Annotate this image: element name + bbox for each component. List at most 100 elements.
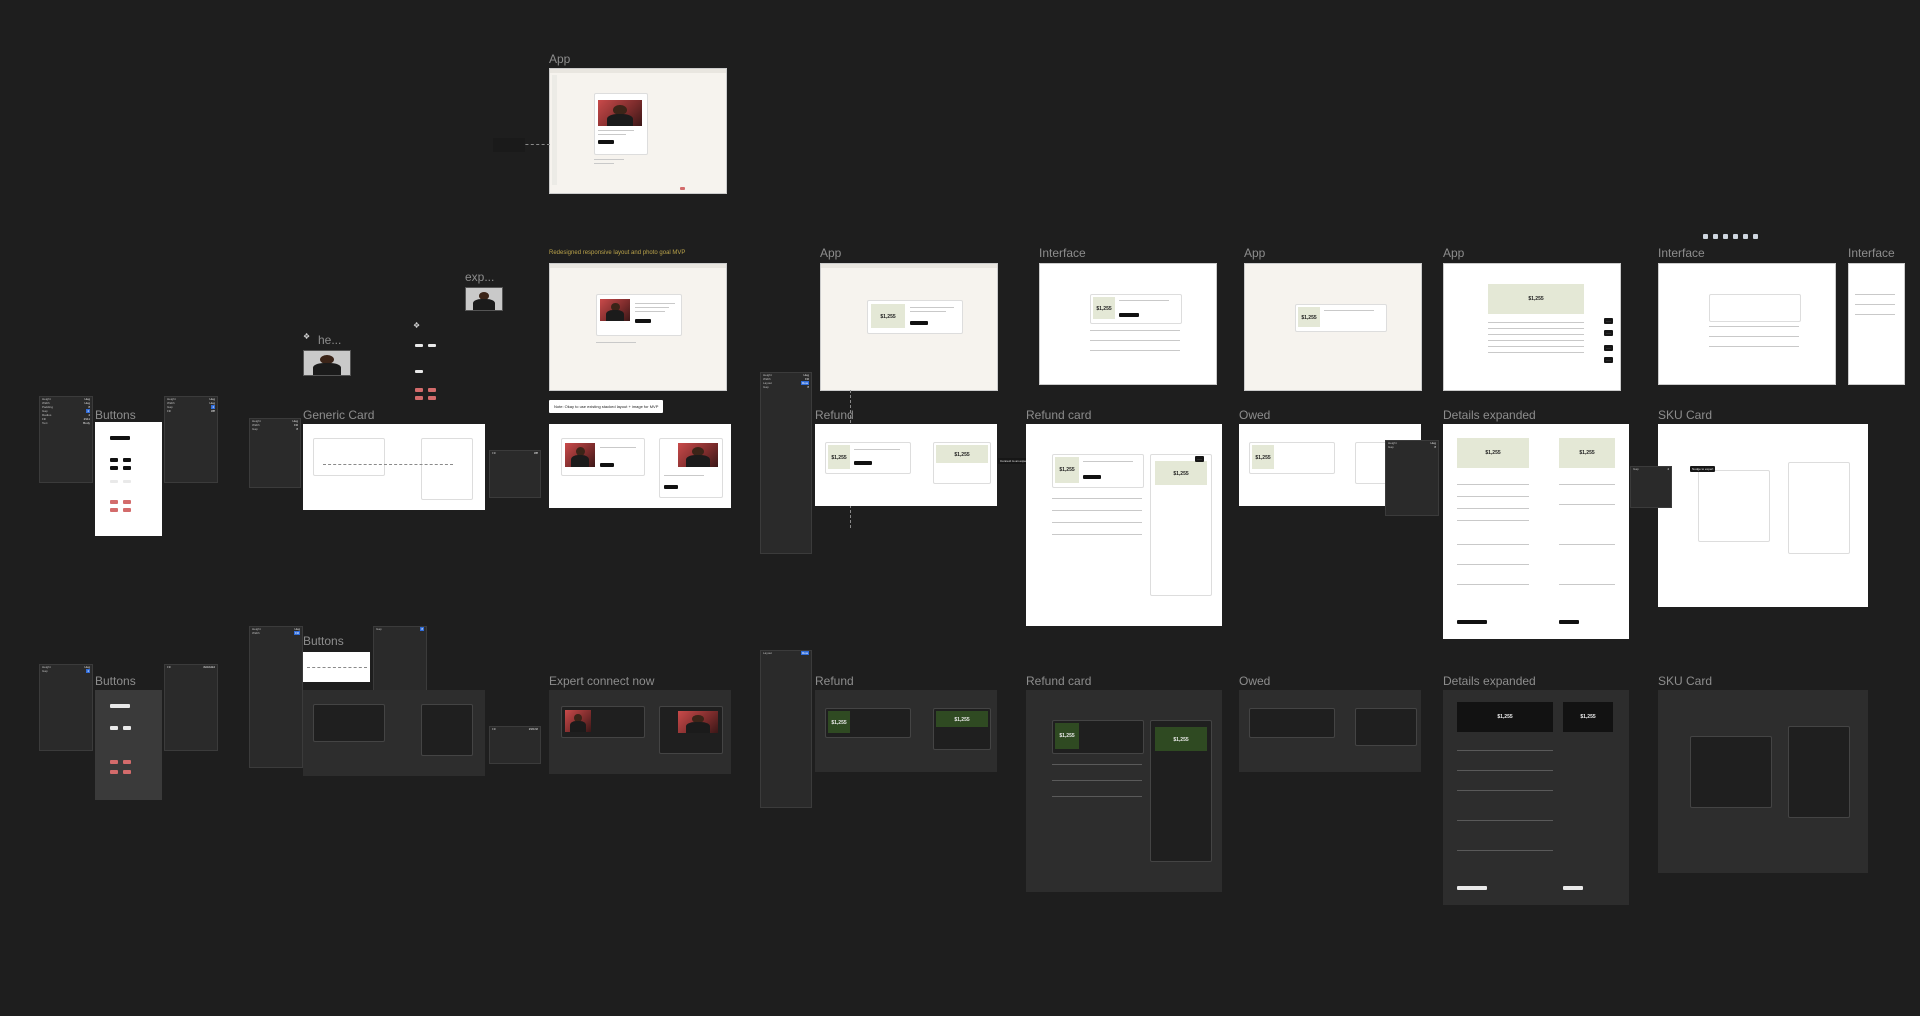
component-icon: ❖: [413, 321, 421, 330]
frame-label-app-top[interactable]: App: [549, 52, 570, 66]
refund-card-frame-light[interactable]: $1,255 $1,255: [1026, 424, 1222, 626]
exp-component-thumb[interactable]: [465, 287, 503, 311]
refund-amount: $1,255: [1059, 733, 1075, 740]
frame-label-details-2[interactable]: Details expanded: [1443, 674, 1536, 688]
expert-connect-light[interactable]: [549, 424, 731, 508]
buttons-frame-light[interactable]: [95, 422, 162, 536]
properties-panel[interactable]: Height Hug Gap 4: [39, 664, 93, 751]
component-label-exp[interactable]: exp...: [465, 270, 494, 284]
expert-card: [594, 93, 648, 155]
plugin-icon[interactable]: [1753, 234, 1758, 239]
app-frame-owed[interactable]: $1,255: [1244, 263, 1422, 391]
refund-frame-dark[interactable]: $1,255 $1,255: [815, 690, 997, 772]
frame-label-owed-1[interactable]: Owed: [1239, 408, 1270, 422]
owed-amount: $1,255: [1301, 315, 1317, 321]
frame-label-refund-1[interactable]: Refund: [815, 408, 854, 422]
details-frame-dark[interactable]: $1,255 $1,255: [1443, 690, 1629, 905]
note-annotation[interactable]: Note: Okay to use existing stacked layou…: [549, 400, 664, 413]
buttons-frame-dark[interactable]: [95, 690, 162, 800]
buttons-frame-mini[interactable]: [303, 652, 370, 682]
frame-label-generic-card[interactable]: Generic Card: [303, 408, 374, 422]
refund-frame-light[interactable]: $1,255 $1,255: [815, 424, 997, 506]
properties-panel[interactable]: Height Hug Width Fill: [249, 626, 303, 768]
refund-amount: $1,255: [1173, 470, 1189, 477]
person-icon[interactable]: [1743, 234, 1748, 239]
frame-label-buttons-3[interactable]: Buttons: [303, 634, 344, 648]
frame-label-app-4[interactable]: App: [1443, 246, 1464, 260]
details-amount: $1,255: [1580, 714, 1596, 720]
expert-card-wide: [596, 294, 682, 336]
send-button[interactable]: [680, 187, 685, 190]
properties-panel[interactable]: Gap 8: [373, 626, 427, 698]
interface-frame-2[interactable]: [1658, 263, 1836, 385]
properties-panel[interactable]: Height Hug Width Fill Gap 8: [249, 418, 301, 488]
properties-panel[interactable]: Height Hug Gap 8: [1385, 440, 1439, 516]
callout-chip: ·····: [1604, 330, 1613, 336]
frame-label-expert-connect[interactable]: Expert connect now: [549, 674, 654, 688]
frame-label-sku-2[interactable]: SKU Card: [1658, 674, 1712, 688]
app-frame-top[interactable]: [549, 68, 727, 194]
refund-amount: $1,255: [954, 717, 970, 724]
app-frame-refund[interactable]: $1,255: [820, 263, 998, 391]
frame-label-sku-1[interactable]: SKU Card: [1658, 408, 1712, 422]
frame-label-interface-2[interactable]: Interface: [1658, 246, 1705, 260]
interface-frame-1[interactable]: $1,255: [1039, 263, 1217, 385]
refund-amount: $1,255: [1059, 467, 1075, 474]
highlight-annotation[interactable]: Redesigned responsive layout and photo g…: [549, 250, 685, 256]
frame-label-interface-3[interactable]: Interface: [1848, 246, 1895, 260]
chat-icon[interactable]: [1723, 234, 1728, 239]
interface-frame-mobile[interactable]: [1848, 263, 1905, 385]
component-icon: ❖: [303, 332, 311, 341]
properties-panel[interactable]: Height Hug Width Hug Gap 4 Fill #fff: [164, 396, 218, 483]
details-frame-light[interactable]: $1,255 $1,255: [1443, 424, 1629, 639]
refund-card-frame-dark[interactable]: $1,255 $1,255: [1026, 690, 1222, 892]
expert-photo: [598, 100, 642, 126]
properties-panel[interactable]: Fill #1f1f1f: [489, 726, 541, 764]
details-amount: $1,255: [1528, 296, 1544, 302]
owed-frame-dark[interactable]: [1239, 690, 1421, 772]
callout-chip: ·····: [1604, 318, 1613, 324]
comment-icon[interactable]: [1713, 234, 1718, 239]
connect-button[interactable]: [598, 140, 614, 144]
properties-panel[interactable]: Gap 4: [1630, 466, 1672, 508]
frame-label-refund-2[interactable]: Refund: [815, 674, 854, 688]
sku-frame-light[interactable]: [1658, 424, 1868, 607]
details-amount: $1,255: [1497, 714, 1513, 720]
sku-card-inline: [1709, 294, 1801, 322]
frame-label-details-1[interactable]: Details expanded: [1443, 408, 1536, 422]
app-frame-details[interactable]: $1,255: [1443, 263, 1621, 391]
refund-card-inline: $1,255: [867, 300, 963, 334]
frame-label-buttons-2[interactable]: Buttons: [95, 674, 136, 688]
sku-tooltip: Nudge to expert: [1690, 466, 1716, 472]
refund-summary-card: $1,255: [1090, 294, 1182, 324]
sku-frame-dark[interactable]: [1658, 690, 1868, 873]
details-amount: $1,255: [1485, 450, 1501, 456]
frame-label-owed-2[interactable]: Owed: [1239, 674, 1270, 688]
frame-label-app-3[interactable]: App: [1244, 246, 1265, 260]
refund-amount: $1,255: [1173, 736, 1189, 743]
generic-card-dark[interactable]: [303, 690, 485, 776]
frame-label-buttons-1[interactable]: Buttons: [95, 408, 136, 422]
details-amount: $1,255: [1579, 450, 1595, 456]
annotation-chip: [493, 138, 525, 152]
properties-panel[interactable]: Height Hug Width Fill Layout Row Gap 8: [760, 372, 812, 554]
frame-label-interface-1[interactable]: Interface: [1039, 246, 1086, 260]
window-titlebar: [550, 69, 726, 73]
properties-panel[interactable]: Fill #2d2d2d: [164, 664, 218, 751]
document-icon[interactable]: [1703, 234, 1708, 239]
frame-label-refund-card-2[interactable]: Refund card: [1026, 674, 1091, 688]
layers-icon[interactable]: [1733, 234, 1738, 239]
properties-panel[interactable]: Fill #fff: [489, 450, 541, 498]
callout-chip: ·····: [1604, 357, 1613, 363]
properties-panel[interactable]: Layout Row: [760, 650, 812, 808]
he-component-thumb[interactable]: [303, 350, 351, 376]
app-frame-responsive[interactable]: [549, 263, 727, 391]
callout-chip: ·····: [1604, 345, 1613, 351]
refund-amount: $1,255: [831, 719, 847, 726]
properties-panel[interactable]: Height Hug Width Hug Padding 8 Gap 4 Radius 4…: [39, 396, 93, 483]
component-label-he[interactable]: he...: [318, 333, 341, 347]
frame-label-app-2[interactable]: App: [820, 246, 841, 260]
generic-card-frame[interactable]: [303, 424, 485, 510]
frame-label-refund-card-1[interactable]: Refund card: [1026, 408, 1091, 422]
expert-connect-dark[interactable]: [549, 690, 731, 774]
